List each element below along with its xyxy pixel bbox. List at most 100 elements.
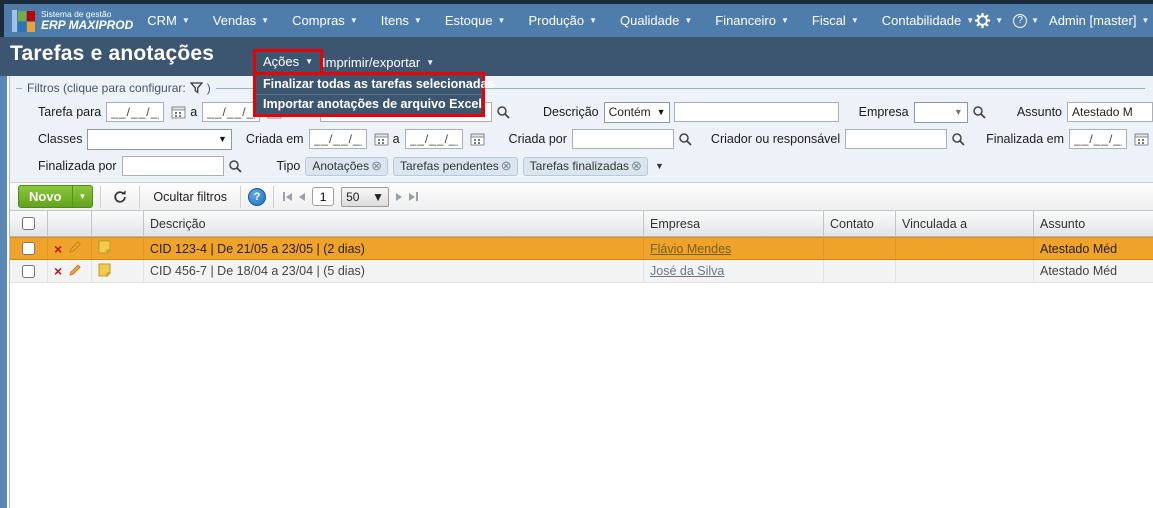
next-page-button[interactable]	[396, 192, 403, 201]
assunto-filter-input[interactable]	[1067, 102, 1153, 122]
menu-label: Produção	[528, 13, 585, 28]
criada-em-to-date[interactable]	[404, 129, 463, 149]
note-icon[interactable]	[98, 240, 112, 257]
page-size-select[interactable]: 50 ▼	[341, 186, 390, 207]
criador-ou-responsavel-label: Criador ou responsável	[710, 132, 841, 146]
calendar-icon[interactable]	[1134, 132, 1149, 146]
help-menu[interactable]: ? ▼	[1013, 13, 1040, 28]
chip-label: Anotações	[312, 158, 370, 173]
last-page-button[interactable]	[409, 192, 419, 201]
brand-logo[interactable]: Sistema de gestão ERP MAXIPROD	[12, 9, 134, 32]
header-vinculada[interactable]: Vinculada a	[896, 211, 1034, 236]
chevron-down-icon: ▼	[1141, 15, 1150, 25]
cell-vinculada	[896, 260, 1034, 282]
delete-icon[interactable]: ×	[54, 242, 62, 256]
menu-vendas[interactable]: Vendas ▼	[213, 13, 269, 28]
menu-financeiro[interactable]: Financeiro ▼	[715, 13, 789, 28]
header-descricao[interactable]: Descrição	[144, 211, 644, 236]
empresa-select[interactable]: ▼	[913, 101, 968, 123]
classes-select[interactable]: ▼	[87, 128, 232, 150]
chevron-down-icon: ▼	[1031, 15, 1040, 25]
menu-contabilidade[interactable]: Contabilidade ▼	[882, 13, 974, 28]
menu-estoque[interactable]: Estoque ▼	[445, 13, 506, 28]
calendar-icon[interactable]	[470, 132, 485, 146]
search-icon[interactable]	[228, 159, 243, 174]
descricao-filter-input[interactable]	[673, 102, 839, 122]
criador-ou-responsavel-input[interactable]	[845, 129, 948, 149]
help-icon[interactable]: ?	[248, 187, 267, 206]
logo-text: Sistema de gestão ERP MAXIPROD	[41, 9, 134, 32]
criada-por-input[interactable]	[571, 129, 674, 149]
settings-menu[interactable]: ▼	[974, 12, 1003, 29]
imprimir-exportar-menu-button[interactable]: Imprimir/exportar ▼	[322, 55, 434, 70]
menu-qualidade[interactable]: Qualidade ▼	[620, 13, 692, 28]
tipo-chip-anotacoes[interactable]: Anotações ⊗	[305, 156, 388, 176]
novo-button[interactable]: Novo ▼	[18, 185, 94, 208]
search-icon[interactable]	[678, 132, 693, 147]
first-page-button[interactable]	[283, 192, 293, 201]
page-number-input[interactable]	[312, 187, 335, 206]
edit-pencil-icon[interactable]	[68, 240, 82, 257]
title-bar: Tarefas e anotações Ações ▼ Imprimir/exp…	[0, 37, 1153, 117]
tipo-chip-tarefas-finalizadas[interactable]: Tarefas finalizadas ⊗	[522, 156, 648, 176]
row-checkbox[interactable]	[22, 242, 35, 255]
search-icon[interactable]	[496, 105, 511, 120]
tarefa-para-to-date[interactable]	[202, 102, 261, 122]
imprimir-label: Imprimir/exportar	[322, 55, 421, 70]
menu-crm[interactable]: CRM ▼	[147, 13, 190, 28]
chevron-down-icon[interactable]: ▼	[71, 186, 93, 207]
empresa-link[interactable]: Flávio Mendes	[650, 242, 731, 256]
filters-legend[interactable]: Filtros (clique para configurar: )	[22, 81, 216, 95]
menu-itens[interactable]: Itens ▼	[381, 13, 422, 28]
acoes-menu-button[interactable]: Ações	[263, 54, 299, 69]
menu-item-finalizar-tarefas[interactable]: Finalizar todas as tarefas selecionadas	[256, 75, 494, 94]
novo-label: Novo	[29, 189, 62, 204]
calendar-icon[interactable]	[171, 105, 186, 119]
ocultar-filtros-button[interactable]: Ocultar filtros	[147, 188, 233, 206]
menu-label: Compras	[292, 13, 345, 28]
table-row[interactable]: × CID 456-7 | De 18/04 a 23/04 | (5 dias…	[10, 260, 1153, 283]
header-contato[interactable]: Contato	[824, 211, 896, 236]
edit-pencil-icon[interactable]	[68, 263, 82, 280]
refresh-icon[interactable]	[112, 189, 128, 205]
header-empresa[interactable]: Empresa	[644, 211, 824, 236]
menu-label: Itens	[380, 13, 409, 28]
classes-label: Classes	[38, 132, 83, 146]
menu-item-importar-excel[interactable]: Importar anotações de arquivo Excel	[256, 94, 482, 114]
remove-chip-icon[interactable]: ⊗	[501, 159, 512, 172]
chevron-down-icon: ▼	[349, 15, 358, 25]
cell-descricao[interactable]: CID 123-4 | De 21/05 a 23/05 | (2 dias)	[144, 238, 644, 259]
remove-chip-icon[interactable]: ⊗	[631, 159, 642, 172]
previous-page-button[interactable]	[299, 192, 306, 201]
finalizada-em-from-date[interactable]	[1069, 129, 1127, 149]
criada-em-from-date[interactable]	[308, 129, 367, 149]
user-menu[interactable]: Admin [master] ▼	[1049, 13, 1149, 28]
delete-icon[interactable]: ×	[54, 264, 62, 278]
logo-grid	[18, 10, 35, 32]
descricao-operator-select[interactable]: Contém ▼	[603, 101, 670, 123]
finalizada-por-input[interactable]	[121, 156, 224, 176]
chevron-down-icon: ▼	[218, 134, 227, 144]
row-action-cell: ×	[48, 238, 92, 259]
logo-title: ERP MAXIPROD	[41, 17, 134, 32]
note-icon[interactable]	[98, 263, 112, 280]
remove-chip-icon[interactable]: ⊗	[371, 159, 382, 172]
search-icon[interactable]	[951, 132, 966, 147]
calendar-icon[interactable]	[374, 132, 389, 146]
table-header-row: Descrição Empresa Contato Vinculada a As…	[10, 211, 1153, 237]
menu-producao[interactable]: Produção ▼	[528, 13, 597, 28]
menu-fiscal[interactable]: Fiscal ▼	[812, 13, 859, 28]
tipo-dropdown-caret[interactable]: ▼	[655, 161, 664, 171]
tipo-chip-tarefas-pendentes[interactable]: Tarefas pendentes ⊗	[393, 156, 518, 176]
row-checkbox[interactable]	[22, 264, 35, 278]
header-assunto[interactable]: Assunto	[1034, 211, 1153, 236]
chip-label: Tarefas pendentes	[400, 158, 499, 173]
select-all-checkbox[interactable]	[22, 217, 35, 230]
menu-compras[interactable]: Compras ▼	[292, 13, 358, 28]
tarefa-para-from-date[interactable]	[106, 102, 165, 122]
descricao-label: Descrição	[543, 105, 599, 119]
cell-descricao[interactable]: CID 456-7 | De 18/04 a 23/04 | (5 dias)	[144, 260, 644, 282]
table-row-selected[interactable]: × CID 123-4 | De 21/05 a 23/05 | (2 dias…	[10, 237, 1153, 260]
empresa-link[interactable]: José da Silva	[650, 264, 724, 278]
search-icon[interactable]	[972, 105, 987, 120]
